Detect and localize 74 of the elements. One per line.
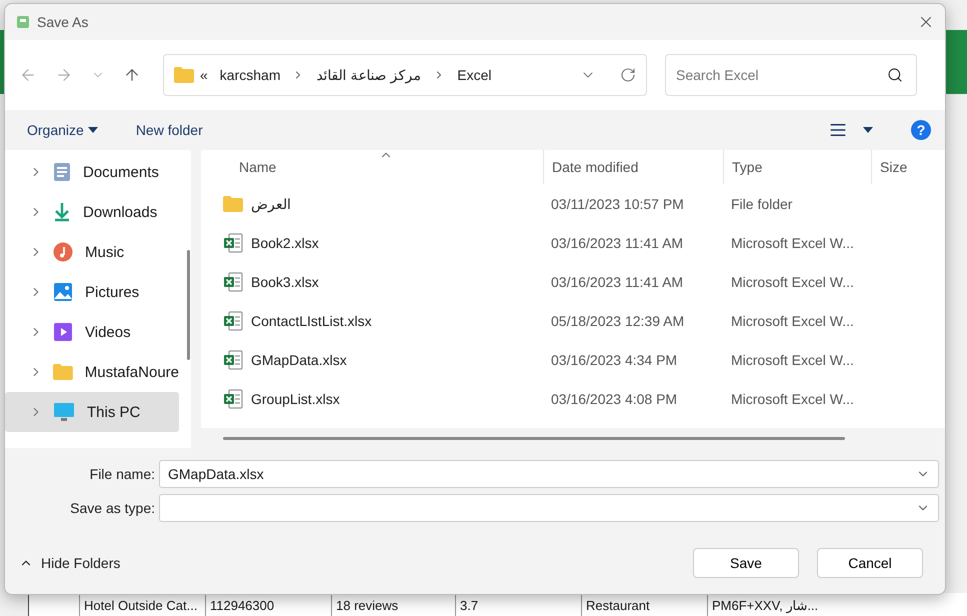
sidebar-item[interactable]: Documents [5, 152, 179, 192]
help-button[interactable]: ? [911, 120, 931, 140]
save-type-label: Save as type: [69, 500, 155, 516]
music-note-icon [53, 242, 73, 262]
breadcrumb[interactable]: مركز صناعة القائد [316, 67, 422, 83]
date-modified: 05/18/2023 12:39 AM [551, 312, 684, 328]
sidebar-item[interactable]: This PC [5, 392, 179, 432]
file-row[interactable]: ContactLIstList.xlsx 05/18/2023 12:39 AM Microsoft Excel W... [201, 301, 945, 340]
sidebar-item[interactable]: Videos [5, 312, 179, 352]
folder-icon [52, 364, 73, 380]
file-name: GMapData.xlsx [251, 352, 347, 368]
caret-icon [88, 127, 98, 133]
sidebar-item[interactable]: Music [5, 232, 179, 272]
caret-icon [863, 127, 873, 133]
file-type: Microsoft Excel W... [731, 390, 854, 406]
window-title: Save As [37, 14, 90, 30]
search-field[interactable]: Search Excel [665, 54, 917, 96]
video-icon [53, 322, 73, 342]
search-icon [887, 67, 903, 83]
date-modified: 03/11/2023 10:57 PM [551, 196, 684, 212]
list-view-icon [829, 121, 847, 139]
file-name: العرض [251, 196, 291, 212]
file-name-label: File name: [88, 466, 155, 482]
document-icon [53, 162, 71, 182]
sidebar-item[interactable]: Pictures [5, 272, 179, 312]
organize-button[interactable]: Organize [27, 122, 98, 138]
new-folder-button[interactable]: New folder [136, 122, 203, 138]
column-header[interactable]: Size [871, 150, 931, 184]
sidebar-item[interactable]: Downloads [5, 192, 179, 232]
sidebar-item[interactable]: MustafaNoure [5, 352, 179, 392]
file-row[interactable]: Book3.xlsx 03/16/2023 11:41 AM Microsoft Excel W... [201, 262, 945, 301]
column-header[interactable]: Name [201, 150, 543, 184]
download-icon [53, 202, 71, 222]
column-header[interactable]: Type [723, 150, 871, 184]
file-name: ContactLIstList.xlsx [251, 312, 372, 328]
save-button[interactable]: Save [693, 548, 799, 578]
file-type: Microsoft Excel W... [731, 352, 854, 368]
date-modified: 03/16/2023 4:34 PM [551, 352, 678, 368]
file-row[interactable]: GMapData.xlsx 03/16/2023 4:34 PM Microsoft Excel W... [201, 340, 945, 379]
file-type: Microsoft Excel W... [731, 312, 854, 328]
refresh-icon [620, 67, 636, 83]
folder-icon [223, 196, 243, 212]
app-icon [17, 16, 29, 28]
cancel-button[interactable]: Cancel [817, 548, 923, 578]
file-name-field[interactable]: GMapData.xlsx [159, 460, 939, 488]
folder-icon [174, 67, 194, 83]
file-type: Microsoft Excel W... [731, 274, 854, 290]
excel-file-icon [223, 388, 243, 408]
date-modified: 03/16/2023 11:41 AM [551, 274, 684, 290]
date-modified: 03/16/2023 4:08 PM [551, 390, 678, 406]
file-name: Book3.xlsx [251, 274, 319, 290]
breadcrumb[interactable]: Excel [457, 67, 492, 83]
hide-folders-button[interactable]: Hide Folders [19, 555, 120, 571]
excel-file-icon [223, 350, 243, 370]
refresh-button[interactable] [620, 67, 636, 83]
excel-file-icon [223, 272, 243, 292]
save-type-dropdown[interactable] [159, 494, 939, 522]
file-type: File folder [731, 196, 792, 212]
overflow-crumb[interactable]: « [200, 67, 208, 83]
excel-file-icon [223, 310, 243, 330]
breadcrumb[interactable]: karcsham [220, 67, 280, 83]
file-row[interactable]: Book2.xlsx 03/16/2023 11:41 AM Microsoft Excel W... [201, 223, 945, 262]
excel-file-icon [223, 232, 243, 252]
date-modified: 03/16/2023 11:41 AM [551, 234, 684, 250]
scrollbar-thumb[interactable] [186, 250, 190, 360]
file-name: Book2.xlsx [251, 234, 319, 250]
picture-icon [53, 282, 73, 302]
file-row[interactable]: GroupList.xlsx 03/16/2023 4:08 PM Microsoft Excel W... [201, 379, 945, 418]
scrollbar-thumb[interactable] [223, 436, 845, 440]
column-header[interactable]: Date modified [543, 150, 723, 184]
monitor-icon [53, 402, 75, 422]
file-name: GroupList.xlsx [251, 390, 340, 406]
view-options-button[interactable] [829, 121, 873, 139]
file-type: Microsoft Excel W... [731, 234, 854, 250]
